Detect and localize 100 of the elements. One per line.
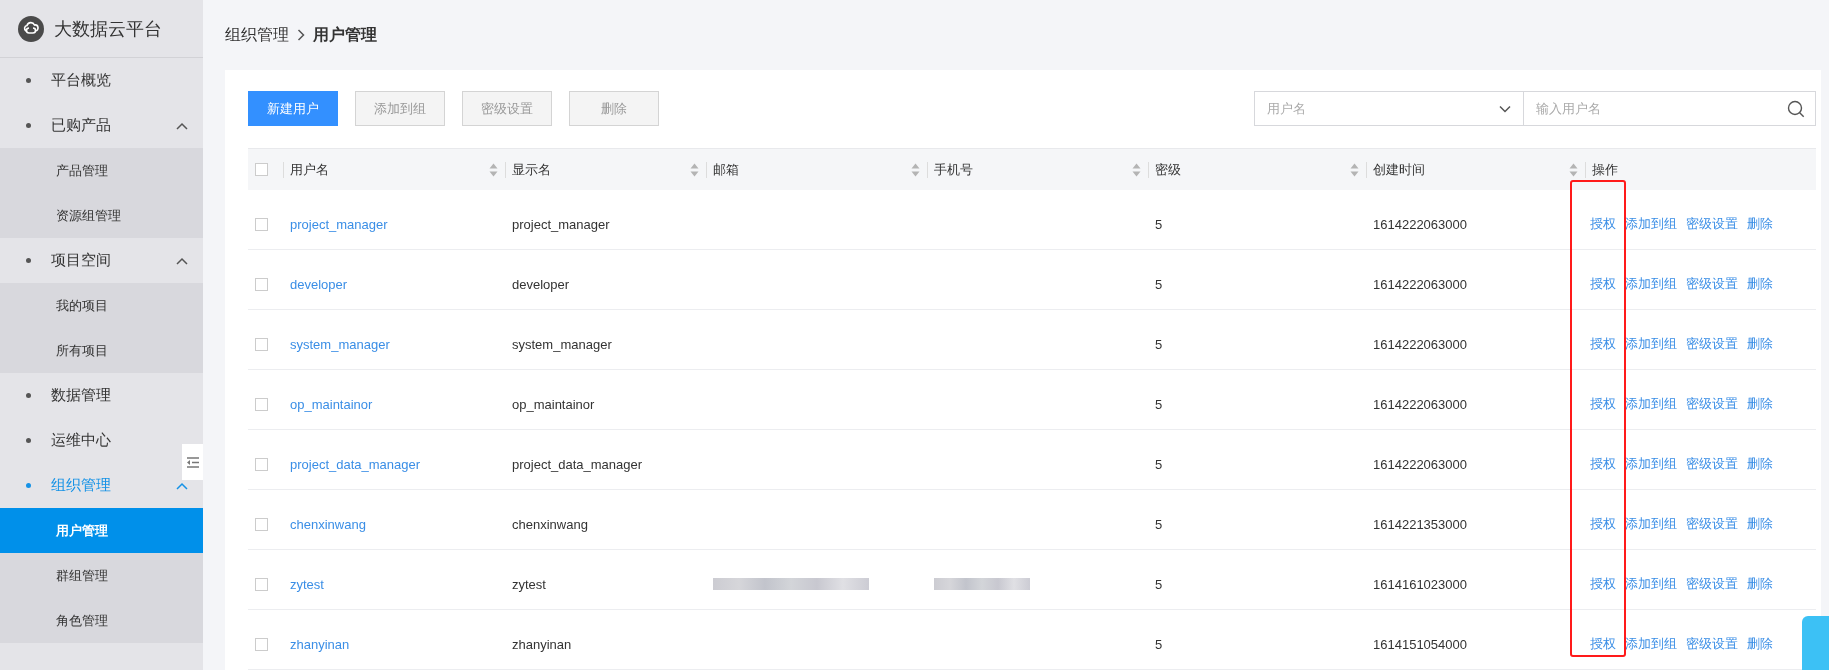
action-link[interactable]: 授权	[1590, 515, 1616, 533]
sort-icon[interactable]	[1350, 162, 1359, 177]
action-link[interactable]: 删除	[1747, 395, 1773, 413]
action-link[interactable]: 密级设置	[1686, 215, 1738, 233]
username-link[interactable]: system_manager	[290, 336, 390, 352]
action-link[interactable]: 密级设置	[1686, 635, 1738, 653]
row-checkbox[interactable]	[255, 577, 268, 591]
table-cell-text: project_manager	[511, 216, 611, 232]
action-link[interactable]: 添加到组	[1625, 455, 1677, 473]
sort-icon[interactable]	[1569, 162, 1578, 177]
nav-subitem[interactable]: 资源组管理	[0, 193, 203, 238]
chat-widget-button[interactable]	[1802, 616, 1829, 670]
table-cell-text: 5	[1154, 456, 1164, 472]
logo-icon	[18, 15, 44, 42]
action-link[interactable]: 添加到组	[1625, 575, 1677, 593]
action-link[interactable]: 授权	[1590, 215, 1616, 233]
action-link[interactable]: 删除	[1747, 215, 1773, 233]
sort-icon[interactable]	[690, 162, 699, 177]
action-link[interactable]: 授权	[1590, 575, 1616, 593]
nav-subitem[interactable]: 所有项目	[0, 328, 203, 373]
nav-item[interactable]: 运维中心	[0, 418, 203, 463]
action-link[interactable]: 授权	[1590, 335, 1616, 353]
action-link[interactable]: 添加到组	[1625, 395, 1677, 413]
chevron-right-icon	[297, 29, 305, 41]
username-link[interactable]: chenxinwang	[290, 516, 366, 532]
action-link[interactable]: 添加到组	[1625, 335, 1677, 353]
row-checkbox[interactable]	[255, 217, 268, 231]
select-all-checkbox[interactable]	[255, 163, 268, 176]
table-cell-text: op_maintainor	[511, 396, 596, 412]
table-cell-text: 1614221353000	[1372, 516, 1468, 532]
nav-item[interactable]: 平台概览	[0, 58, 203, 103]
action-link[interactable]: 添加到组	[1625, 275, 1677, 293]
row-checkbox[interactable]	[255, 517, 268, 531]
action-link[interactable]: 授权	[1590, 275, 1616, 293]
search-icon[interactable]	[1787, 99, 1805, 118]
action-link[interactable]: 密级设置	[1686, 575, 1738, 593]
action-link[interactable]: 授权	[1590, 395, 1616, 413]
table-cell-text: 1614222063000	[1372, 456, 1468, 472]
action-link[interactable]: 授权	[1590, 455, 1616, 473]
table-cell-text: developer	[511, 276, 571, 292]
table-cell-text: 5	[1154, 216, 1164, 232]
field-dropdown[interactable]: 用户名	[1254, 91, 1524, 126]
nav-subitem[interactable]: 群组管理	[0, 553, 203, 598]
action-link[interactable]: 删除	[1747, 575, 1773, 593]
new-user-button[interactable]: 新建用户	[248, 91, 338, 126]
action-link[interactable]: 授权	[1590, 635, 1616, 653]
toolbar-button[interactable]: 密级设置	[462, 91, 552, 126]
username-link[interactable]: op_maintainor	[290, 396, 373, 412]
sort-icon[interactable]	[1132, 162, 1141, 177]
username-link[interactable]: zytest	[290, 576, 324, 592]
column-header-label: 密级	[1154, 160, 1182, 179]
action-link[interactable]: 密级设置	[1686, 395, 1738, 413]
row-checkbox[interactable]	[255, 397, 268, 411]
search-field[interactable]: 输入用户名	[1524, 91, 1816, 126]
row-checkbox[interactable]	[255, 637, 268, 651]
nav-subitem[interactable]: 我的项目	[0, 283, 203, 328]
nav-subitem[interactable]: 用户管理	[0, 508, 203, 553]
username-link[interactable]: developer	[290, 276, 348, 292]
action-link[interactable]: 删除	[1747, 455, 1773, 473]
table-cell-text: project_data_manager	[511, 456, 644, 472]
chevron-down-icon	[1499, 104, 1511, 113]
toolbar-button[interactable]: 删除	[569, 91, 659, 126]
sort-icon[interactable]	[489, 162, 498, 177]
action-link[interactable]: 删除	[1747, 515, 1773, 533]
chevron-icon	[175, 255, 189, 266]
action-link[interactable]: 添加到组	[1625, 635, 1677, 653]
action-link[interactable]: 密级设置	[1686, 335, 1738, 353]
action-link[interactable]: 添加到组	[1625, 215, 1677, 233]
username-link[interactable]: zhanyinan	[290, 636, 350, 652]
action-link[interactable]: 密级设置	[1686, 515, 1738, 533]
action-link[interactable]: 密级设置	[1686, 455, 1738, 473]
table-cell-text: zytest	[511, 576, 547, 592]
action-link[interactable]: 密级设置	[1686, 275, 1738, 293]
username-link[interactable]: project_data_manager	[290, 456, 421, 472]
action-link[interactable]: 删除	[1747, 335, 1773, 353]
nav-item[interactable]: 已购产品	[0, 103, 203, 148]
row-checkbox[interactable]	[255, 457, 268, 471]
table-cell-text: 5	[1154, 276, 1164, 292]
toolbar-button[interactable]: 添加到组	[355, 91, 445, 126]
table-cell-text: 1614151054000	[1372, 636, 1468, 652]
column-header-label: 显示名	[511, 160, 552, 179]
sort-icon[interactable]	[911, 162, 920, 177]
nav-subitem[interactable]: 角色管理	[0, 598, 203, 643]
collapse-icon	[186, 456, 199, 468]
collapse-sidebar-button[interactable]	[182, 444, 203, 480]
action-link[interactable]: 添加到组	[1625, 515, 1677, 533]
nav-item[interactable]: 项目空间	[0, 238, 203, 283]
nav-subitem[interactable]: 产品管理	[0, 148, 203, 193]
action-link[interactable]: 删除	[1747, 635, 1773, 653]
username-link[interactable]: project_manager	[290, 216, 388, 232]
action-link[interactable]: 删除	[1747, 275, 1773, 293]
table-cell-text: 1614161023000	[1372, 576, 1468, 592]
row-checkbox[interactable]	[255, 277, 268, 291]
breadcrumb-item[interactable]: 组织管理	[225, 24, 289, 46]
table-cell-text: 1614222063000	[1372, 216, 1468, 232]
column-header-label: 手机号	[933, 160, 974, 179]
nav-item[interactable]: 组织管理	[0, 463, 203, 508]
table-cell-text: 1614222063000	[1372, 336, 1468, 352]
row-checkbox[interactable]	[255, 337, 268, 351]
nav-item[interactable]: 数据管理	[0, 373, 203, 418]
